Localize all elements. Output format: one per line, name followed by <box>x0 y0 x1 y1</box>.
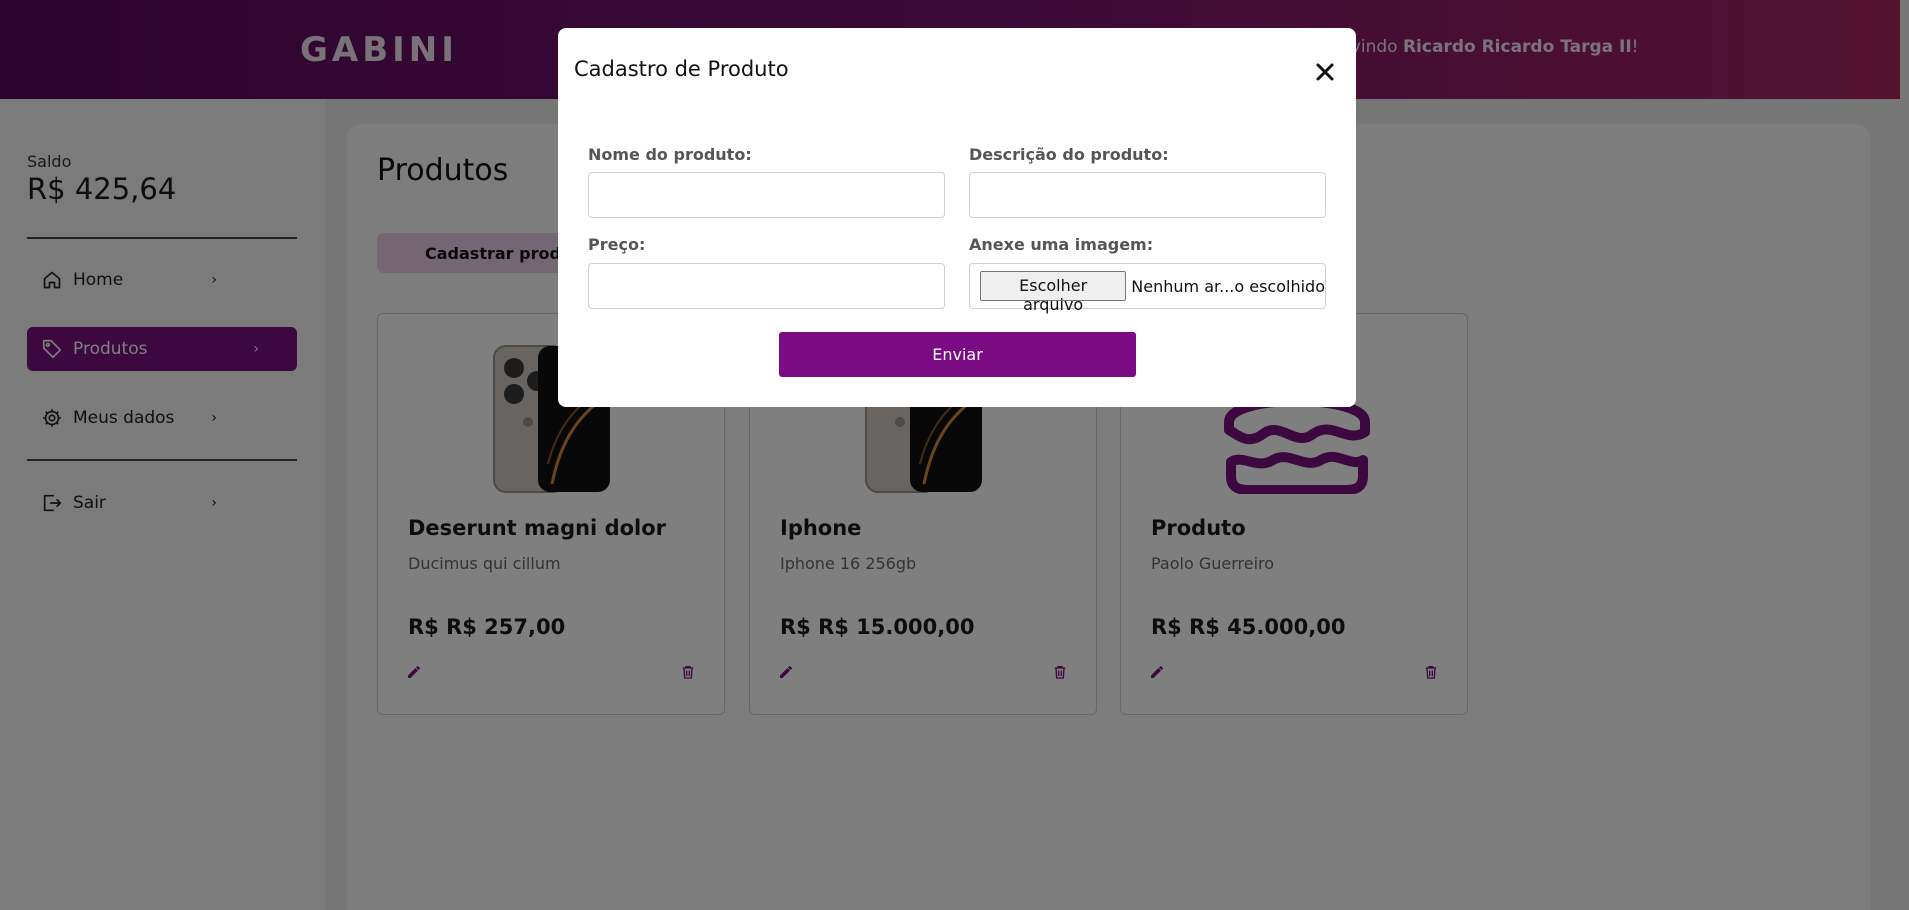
close-icon[interactable] <box>1313 60 1337 84</box>
cadastro-produto-modal: Cadastro de Produto Nome do produto: Des… <box>558 28 1356 407</box>
product-description-input[interactable] <box>969 172 1326 218</box>
price-input[interactable] <box>588 263 945 309</box>
product-name-input[interactable] <box>588 172 945 218</box>
price-label: Preço: <box>588 235 646 254</box>
image-upload-label: Anexe uma imagem: <box>969 235 1154 254</box>
image-file-input: Escolher arquivo Nenhum ar...o escolhido <box>969 263 1326 314</box>
modal-title: Cadastro de Produto <box>574 57 789 81</box>
product-description-label: Descrição do produto: <box>969 145 1169 164</box>
choose-file-button[interactable]: Escolher arquivo <box>980 271 1127 314</box>
product-name-label: Nome do produto: <box>588 145 752 164</box>
submit-button[interactable]: Enviar <box>779 332 1136 377</box>
file-status: Nenhum ar...o escolhido <box>1131 276 1325 296</box>
